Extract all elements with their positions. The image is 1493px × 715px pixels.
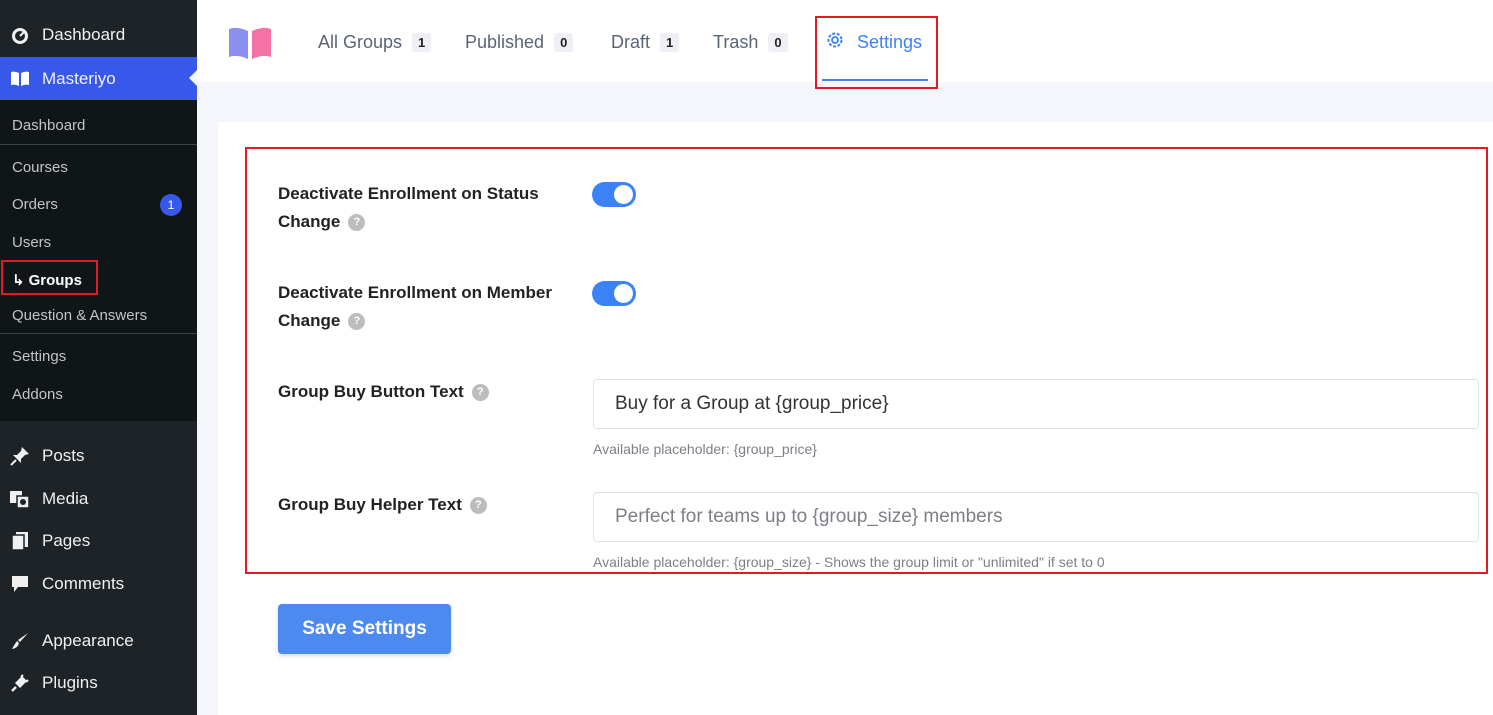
sidebar-item-label: Posts [42,446,85,465]
tab-label: Draft [611,31,651,52]
sidebar-item-label: Comments [42,574,125,593]
label-line: Change [278,212,341,231]
submenu-dashboard[interactable]: Dashboard [12,113,85,137]
label-line: Deactivate Enrollment on Status [278,184,539,203]
helper-text-label: Group Buy Helper Text? [278,491,487,519]
groups-header: All Groups 1 Published 0 Draft 1 Trash 0… [197,0,1493,89]
sidebar-item-pages[interactable]: Pages [0,520,197,562]
pages-icon [9,530,31,552]
groups-highlight-frame [1,260,98,295]
buy-button-text-label: Group Buy Button Text? [278,378,489,406]
submenu-question-answers[interactable]: Question & Answers [12,303,147,327]
buy-button-hint: Available placeholder: {group_price} [593,441,817,457]
submenu-settings[interactable]: Settings [12,344,66,368]
media-icon [9,488,31,510]
buy-button-text-input[interactable]: Buy for a Group at {group_price} [593,379,1479,429]
tab-count-badge: 0 [554,32,574,52]
sidebar-item-label: Pages [42,531,91,550]
save-settings-button[interactable]: Save Settings [278,604,451,654]
orders-count-badge: 1 [160,194,182,216]
tab-draft[interactable]: Draft 1 [611,30,680,54]
submenu-addons[interactable]: Addons [12,382,63,406]
sidebar-item-label: Dashboard [42,25,126,44]
tab-published[interactable]: Published 0 [465,30,574,54]
submenu-divider [0,144,197,145]
label-line: Deactivate Enrollment on Member [278,283,552,302]
tab-label: Trash [713,31,759,52]
deactivate-status-toggle[interactable] [592,182,636,207]
plug-icon [9,672,31,694]
toggle-knob [614,185,633,204]
sidebar-item-masteriyo[interactable]: Masteriyo [0,57,197,100]
tab-count-badge: 1 [660,32,680,52]
sidebar-item-label: Masteriyo [42,68,116,88]
deactivate-member-label: Deactivate Enrollment on Member Change? [278,279,552,335]
help-icon[interactable]: ? [348,313,366,331]
sidebar-item-plugins[interactable]: Plugins [0,662,197,704]
sidebar-item-media[interactable]: Media [0,478,197,520]
paintbrush-icon [9,630,31,652]
masteriyo-logo [227,25,273,61]
submenu-users[interactable]: Users [12,230,51,254]
tab-label: All Groups [318,31,403,52]
help-icon[interactable]: ? [469,497,487,515]
submenu-divider [0,333,197,334]
deactivate-status-label: Deactivate Enrollment on Status Change? [278,180,539,236]
toggle-knob [614,284,633,303]
label-line: Group Buy Button Text [278,382,464,401]
help-icon[interactable]: ? [348,214,366,232]
label-line: Change [278,311,341,330]
open-book-icon [9,68,31,90]
tab-label: Published [465,31,545,52]
sidebar-item-label: Appearance [42,631,134,650]
tab-trash[interactable]: Trash 0 [713,30,788,54]
speech-bubble-icon [9,573,31,595]
help-icon[interactable]: ? [471,384,489,402]
sidebar-item-dashboard[interactable]: Dashboard [0,14,197,56]
dashboard-gauge-icon [9,24,31,46]
sidebar-item-comments[interactable]: Comments [0,563,197,605]
sidebar-item-appearance[interactable]: Appearance [0,620,197,662]
sidebar-item-posts[interactable]: Posts [0,435,197,477]
admin-sidebar: Dashboard Masteriyo Dashboard Courses Or… [0,0,197,715]
tab-count-badge: 0 [768,32,788,52]
submenu-courses[interactable]: Courses [12,155,68,179]
pushpin-icon [9,445,31,467]
helper-text-input[interactable]: Perfect for teams up to {group_size} mem… [593,492,1479,542]
sidebar-item-label: Plugins [42,673,98,692]
tab-count-badge: 1 [412,32,432,52]
tab-all-groups[interactable]: All Groups 1 [318,30,432,54]
helper-text-hint: Available placeholder: {group_size} - Sh… [593,554,1105,570]
settings-tab-highlight-frame [815,16,938,89]
label-line: Group Buy Helper Text [278,495,462,514]
submenu-orders[interactable]: Orders [12,192,58,216]
deactivate-member-toggle[interactable] [592,281,636,306]
sidebar-item-label: Media [42,489,89,508]
